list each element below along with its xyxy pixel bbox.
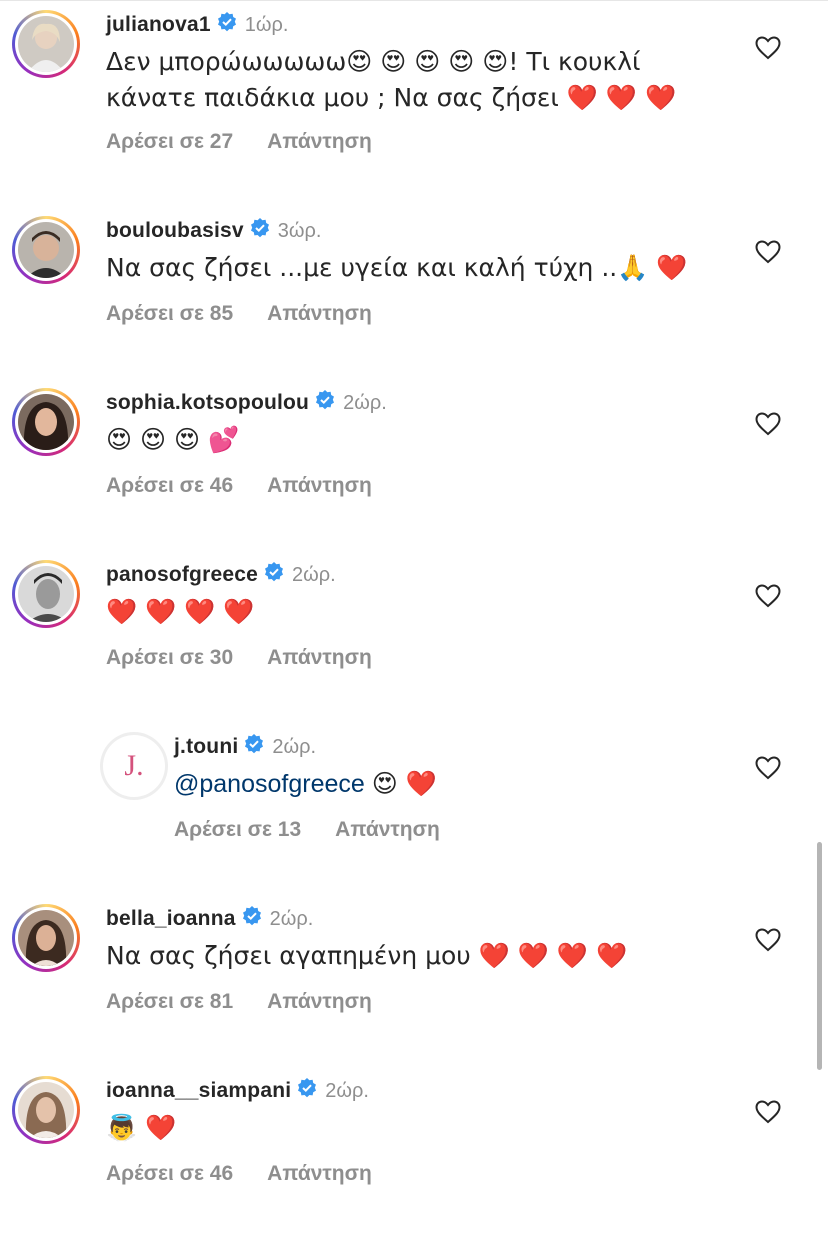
avatar[interactable] — [12, 388, 80, 456]
reply-button[interactable]: Απάντηση — [267, 646, 372, 670]
comment-time: 2ώρ. — [272, 736, 317, 758]
mention-link[interactable]: @panosofgreece — [174, 770, 365, 798]
comment-item: bella_ioanna 2ώρ. Να σας ζήσει αγαπημένη… — [0, 894, 828, 1054]
comment-item: julianova1 1ώρ. Δεν μπορώωωωωω😍 😍 😍 😍 😍!… — [0, 0, 828, 160]
avatar-logo: J. — [106, 738, 162, 794]
comment-username[interactable]: panosofgreece — [106, 561, 258, 589]
comment-item: ioanna__siampani 2ώρ. 👼 ❤️ Αρέσει σε 46 … — [0, 1066, 828, 1226]
comment-text: Να σας ζήσει ...με υγεία και καλή τύχη .… — [106, 250, 746, 286]
verified-badge-icon — [250, 218, 270, 246]
heart-outline-icon[interactable] — [755, 412, 781, 436]
reply-comment-item: J. j.touni 2ώρ. @panosofgreece 😍 ❤️ Αρέσ… — [0, 722, 828, 882]
comment-text-line: Να σας ζήσει αγαπημένη μου ❤️ ❤️ ❤️ ❤️ — [106, 941, 628, 970]
comment-item: sophia.kotsopoulou 2ώρ. 😍 😍 😍 💕 Αρέσει σ… — [0, 378, 828, 538]
comment-time: 2ώρ. — [291, 564, 336, 586]
reply-button[interactable]: Απάντηση — [267, 474, 372, 498]
comment-time: 2ώρ. — [343, 392, 387, 414]
verified-badge-icon — [242, 906, 262, 934]
avatar[interactable] — [12, 10, 80, 78]
reply-button[interactable]: Απάντηση — [335, 818, 440, 842]
avatar[interactable] — [12, 216, 80, 284]
avatar[interactable]: J. — [100, 732, 168, 800]
comment-username[interactable]: bouloubasisv — [106, 217, 244, 245]
comment-text: @panosofgreece 😍 ❤️ — [174, 766, 814, 802]
comment-text-line: Να σας ζήσει ...με υγεία και καλή τύχη .… — [106, 253, 688, 282]
scrollbar[interactable] — [817, 842, 822, 1070]
comment-item: bouloubasisv 3ώρ. Να σας ζήσει ...με υγε… — [0, 206, 828, 366]
comment-item: panosofgreece 2ώρ. ❤️ ❤️ ❤️ ❤️ Αρέσει σε… — [0, 550, 828, 710]
avatar[interactable] — [12, 1076, 80, 1144]
avatar[interactable] — [12, 904, 80, 972]
comment-time: 2ώρ. — [269, 908, 314, 930]
comment-text-line: 😍 😍 😍 💕 — [106, 425, 240, 454]
heart-outline-icon[interactable] — [755, 240, 781, 264]
avatar[interactable] — [12, 560, 80, 628]
comment-text: Δεν μπορώωωωωω😍 😍 😍 😍 😍! Τι κουκλί κάνατ… — [106, 44, 746, 116]
reply-button[interactable]: Απάντηση — [267, 1162, 372, 1186]
comment-username[interactable]: ioanna__siampani — [106, 1077, 291, 1105]
comment-text: 👼 ❤️ — [106, 1110, 746, 1146]
comment-text-emoji: 😍 ❤️ — [371, 769, 437, 798]
likes-count[interactable]: Αρέσει σε 46 — [106, 474, 233, 498]
comment-username[interactable]: sophia.kotsopoulou — [106, 389, 309, 417]
verified-badge-icon — [217, 12, 237, 40]
comment-text: ❤️ ❤️ ❤️ ❤️ — [106, 594, 746, 630]
comment-text: Να σας ζήσει αγαπημένη μου ❤️ ❤️ ❤️ ❤️ — [106, 938, 746, 974]
comment-username[interactable]: julianova1 — [106, 11, 211, 39]
comment-text-line: Δεν μπορώωωωωω😍 😍 😍 😍 😍! Τι κουκλί — [106, 47, 641, 76]
comment-text: 😍 😍 😍 💕 — [106, 422, 746, 458]
reply-button[interactable]: Απάντηση — [267, 302, 372, 326]
verified-badge-icon — [315, 390, 335, 418]
reply-button[interactable]: Απάντηση — [267, 130, 372, 154]
likes-count[interactable]: Αρέσει σε 30 — [106, 646, 233, 670]
comment-time: 3ώρ. — [277, 220, 322, 242]
likes-count[interactable]: Αρέσει σε 13 — [174, 818, 301, 842]
likes-count[interactable]: Αρέσει σε 46 — [106, 1162, 233, 1186]
likes-count[interactable]: Αρέσει σε 81 — [106, 990, 233, 1014]
comment-username[interactable]: j.touni — [174, 733, 238, 761]
reply-button[interactable]: Απάντηση — [267, 990, 372, 1014]
heart-outline-icon[interactable] — [755, 756, 781, 780]
likes-count[interactable]: Αρέσει σε 27 — [106, 130, 233, 154]
heart-outline-icon[interactable] — [755, 928, 781, 952]
verified-badge-icon — [264, 562, 284, 590]
comment-text-line: ❤️ ❤️ ❤️ ❤️ — [106, 597, 255, 626]
verified-badge-icon — [297, 1078, 317, 1106]
comment-username[interactable]: bella_ioanna — [106, 905, 236, 933]
heart-outline-icon[interactable] — [755, 1100, 781, 1124]
heart-outline-icon[interactable] — [755, 36, 781, 60]
comment-text-line: 👼 ❤️ — [106, 1113, 177, 1142]
comment-text-line: κάνατε παιδάκια μου ; Να σας ζήσει ❤️ ❤️… — [106, 83, 677, 112]
heart-outline-icon[interactable] — [755, 584, 781, 608]
verified-badge-icon — [244, 734, 264, 762]
comment-time: 2ώρ. — [325, 1080, 369, 1102]
comment-time: 1ώρ. — [244, 14, 289, 36]
likes-count[interactable]: Αρέσει σε 85 — [106, 302, 233, 326]
